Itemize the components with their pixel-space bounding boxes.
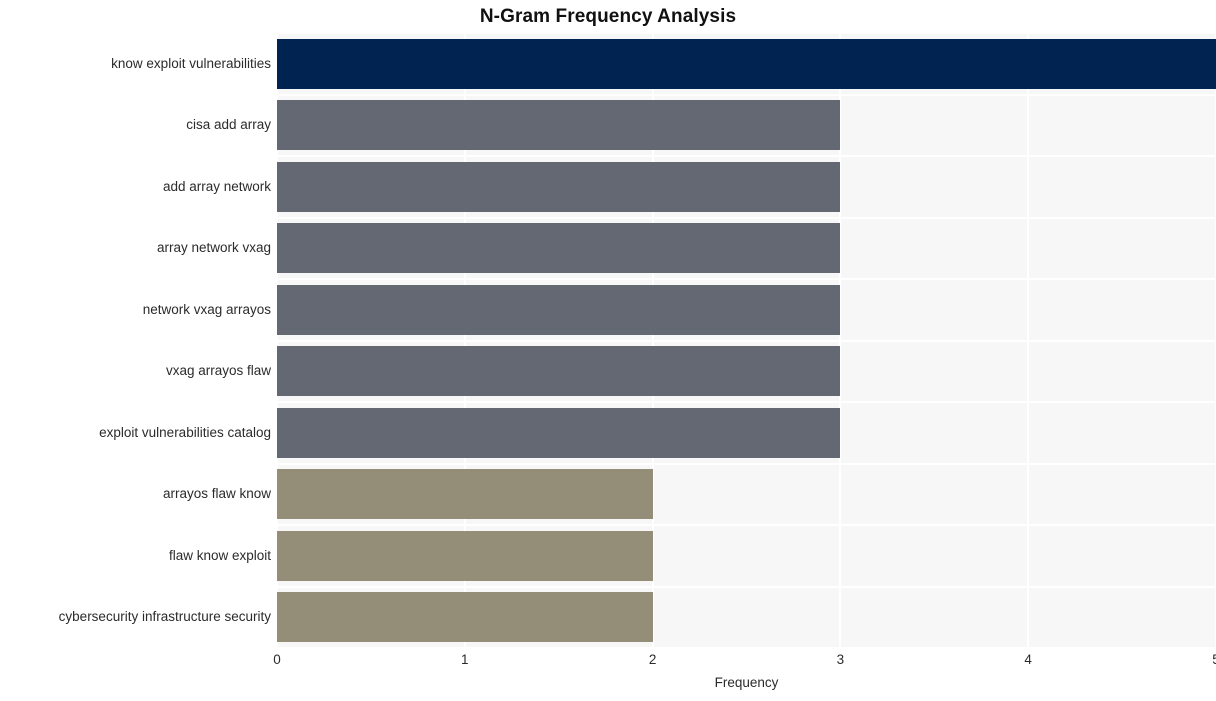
bar[interactable] (277, 284, 841, 335)
y-axis-tick-label: add array network (162, 178, 271, 194)
gridline-horizontal (277, 462, 1216, 465)
bar[interactable] (277, 161, 841, 212)
x-axis-ticks: 0 1 2 3 4 5 (273, 650, 1216, 672)
bar[interactable] (277, 530, 653, 581)
gridline-horizontal (277, 155, 1216, 157)
x-axis-tick-label: 5 (1212, 650, 1216, 670)
bar[interactable] (277, 469, 653, 520)
gridline-horizontal (277, 524, 1216, 526)
y-axis-labels: know exploit vulnerabilities cisa add arr… (0, 33, 271, 648)
y-axis-tick-label: vxag arrayos flaw (165, 363, 271, 379)
y-axis-tick-label: cybersecurity infrastructure security (58, 609, 271, 625)
bar[interactable] (277, 223, 841, 274)
y-axis-tick-label: flaw know exploit (168, 547, 271, 563)
x-axis-tick-label: 1 (461, 652, 469, 667)
y-axis-tick-label: array network vxag (156, 240, 271, 256)
x-axis-tick-label: 0 (273, 652, 281, 667)
x-axis-tick-label: 2 (648, 652, 657, 667)
gridline-horizontal (277, 278, 1216, 280)
gridline-horizontal (277, 647, 1216, 648)
gridline-horizontal (277, 216, 1216, 219)
ngram-frequency-chart: N-Gram Frequency Analysis know exploit v… (0, 0, 1216, 701)
gridline-horizontal (277, 585, 1216, 588)
y-axis-tick-label: cisa add array (186, 117, 271, 133)
gridline-horizontal (277, 33, 1216, 34)
x-axis-tick-label: 4 (1024, 652, 1032, 667)
bar[interactable] (277, 592, 653, 643)
y-axis-tick-label: exploit vulnerabilities catalog (99, 424, 271, 440)
bar[interactable] (277, 407, 841, 458)
bar[interactable] (277, 100, 841, 151)
y-axis-tick-label: arrayos flaw know (162, 486, 271, 502)
x-axis-title: Frequency (714, 675, 779, 690)
plot-area (277, 33, 1216, 648)
bar[interactable] (277, 346, 841, 397)
y-axis-tick-label: network vxag arrayos (142, 301, 271, 317)
gridline-horizontal (277, 401, 1216, 403)
gridline-horizontal (277, 93, 1216, 96)
gridline-horizontal (277, 339, 1216, 342)
x-axis-tick-label: 3 (836, 652, 845, 667)
y-axis-tick-label: know exploit vulnerabilities (111, 55, 271, 71)
chart-title: N-Gram Frequency Analysis (479, 6, 737, 27)
bar[interactable] (277, 38, 1216, 89)
